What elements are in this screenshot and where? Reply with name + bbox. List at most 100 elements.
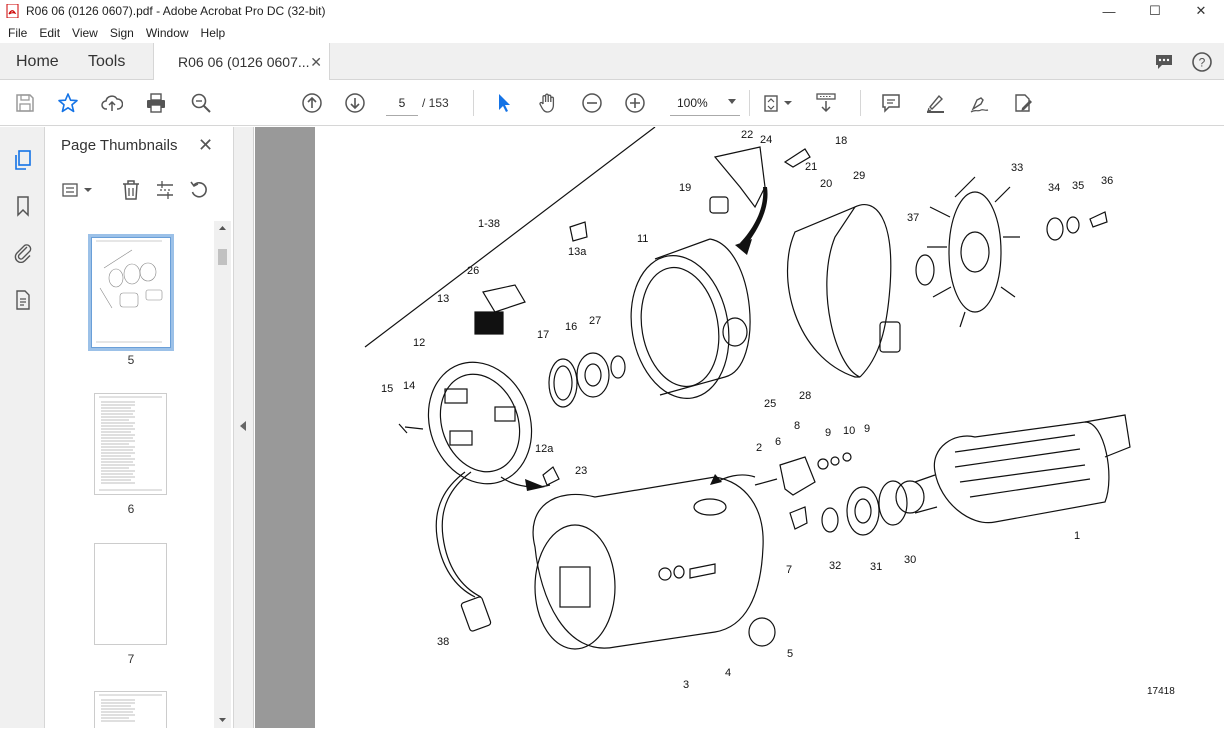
thumbnail-page-8[interactable]: [94, 691, 167, 728]
page-content-icon[interactable]: [10, 287, 36, 313]
zoom-select[interactable]: 100%: [670, 90, 740, 116]
menu-help[interactable]: Help: [195, 26, 232, 40]
maximize-button[interactable]: ☐: [1132, 0, 1178, 22]
callout: 10: [843, 425, 855, 437]
add-comment-icon[interactable]: [878, 90, 904, 116]
callout: 17: [537, 329, 549, 341]
main-toolbar: [0, 80, 1224, 126]
page-thumbnails-icon[interactable]: [10, 147, 36, 173]
panel-title: Page Thumbnails: [61, 137, 178, 154]
callout: 4: [725, 667, 731, 679]
select-cursor-icon[interactable]: [491, 90, 517, 116]
callout: 20: [820, 178, 832, 190]
menu-bar: File Edit View Sign Window Help: [0, 22, 1224, 43]
svg-text:?: ?: [1199, 56, 1206, 70]
callout: 37: [907, 212, 919, 224]
document-page: 1-38 22 24 18 19 21 20 29 33 34 35 36 13…: [315, 126, 1224, 728]
callout: 22: [741, 129, 753, 141]
scroll-up-icon[interactable]: [214, 222, 231, 234]
close-window-button[interactable]: ✕: [1178, 0, 1224, 22]
callout: 18: [835, 135, 847, 147]
thumbnail-page-7[interactable]: [94, 543, 167, 645]
fit-page-dropdown-icon[interactable]: [782, 90, 794, 116]
close-tab-icon[interactable]: ✕: [310, 54, 322, 71]
tab-bar: Home Tools R06 06 (0126 0607... ✕ ?: [0, 43, 1224, 81]
callout: 7: [786, 564, 792, 576]
menu-window[interactable]: Window: [140, 26, 195, 40]
callout: 6: [775, 436, 781, 448]
menu-sign[interactable]: Sign: [104, 26, 140, 40]
extract-page-icon[interactable]: [152, 177, 178, 203]
callout: 31: [870, 561, 882, 573]
callout: 34: [1048, 182, 1060, 194]
callout: 30: [904, 554, 916, 566]
chevron-down-icon: [728, 99, 736, 104]
thumbnail-options-dropdown-icon[interactable]: [82, 177, 94, 203]
callout: 29: [853, 170, 865, 182]
edit-pdf-icon[interactable]: [1010, 90, 1036, 116]
callout: 38: [437, 636, 449, 648]
callout: 5: [787, 648, 793, 660]
next-page-icon[interactable]: [342, 90, 368, 116]
highlight-pen-icon[interactable]: [922, 90, 948, 116]
callout: 14: [403, 380, 415, 392]
tab-document[interactable]: R06 06 (0126 0607... ✕: [153, 43, 330, 81]
thumbnail-scrollbar[interactable]: [214, 221, 231, 728]
upload-cloud-icon[interactable]: [99, 90, 125, 116]
callout: 9: [825, 427, 831, 439]
menu-view[interactable]: View: [66, 26, 104, 40]
callout: 33: [1011, 162, 1023, 174]
thumbnail-table-icon: [99, 694, 162, 722]
minimize-button[interactable]: —: [1086, 0, 1132, 22]
tab-tools[interactable]: Tools: [88, 43, 125, 80]
zoom-out-icon[interactable]: [579, 90, 605, 116]
rotate-page-icon[interactable]: [186, 177, 212, 203]
zoom-search-icon[interactable]: [188, 90, 214, 116]
save-icon[interactable]: [12, 90, 38, 116]
panel-collapse-splitter[interactable]: [234, 127, 254, 728]
callout: 11: [637, 233, 648, 245]
callout: 12: [413, 337, 425, 349]
thumbnail-page-5[interactable]: [88, 234, 174, 351]
print-icon[interactable]: [143, 90, 169, 116]
callout: 1: [1074, 530, 1080, 542]
help-icon[interactable]: ?: [1190, 50, 1214, 74]
collapse-arrow-icon: [240, 421, 246, 431]
close-panel-icon[interactable]: ✕: [198, 135, 213, 156]
tab-home[interactable]: Home: [16, 43, 59, 80]
thumbnail-page-6[interactable]: [94, 393, 167, 495]
window-title: R06 06 (0126 0607).pdf - Adobe Acrobat P…: [26, 4, 326, 18]
callout: 24: [760, 134, 772, 146]
callout: 35: [1072, 180, 1084, 192]
hand-tool-icon[interactable]: [535, 90, 561, 116]
zoom-in-icon[interactable]: [622, 90, 648, 116]
callout: 12a: [535, 443, 554, 455]
title-bar: R06 06 (0126 0607).pdf - Adobe Acrobat P…: [0, 0, 1224, 22]
callout-labels: 1-38 22 24 18 19 21 20 29 33 34 35 36 13…: [381, 129, 1113, 691]
menu-file[interactable]: File: [0, 26, 33, 40]
scroll-down-icon[interactable]: [214, 714, 231, 726]
thumbnail-table-icon: [99, 396, 162, 491]
sign-pen-icon[interactable]: [966, 90, 992, 116]
thumbnail-drawing-icon: [96, 240, 163, 343]
attachments-icon[interactable]: [10, 239, 36, 265]
previous-page-icon[interactable]: [299, 90, 325, 116]
bookmarks-icon[interactable]: [10, 193, 36, 219]
callout: 32: [829, 560, 841, 572]
comment-bubble-icon[interactable]: [1152, 50, 1176, 74]
thumbnail-label: 5: [127, 353, 135, 367]
callout: 25: [764, 398, 776, 410]
page-thumbnails-panel: Page Thumbnails ✕ 5 6 7: [46, 127, 234, 728]
callout: 15: [381, 383, 393, 395]
exploded-parts-diagram: 1-38 22 24 18 19 21 20 29 33 34 35 36 13…: [364, 126, 1131, 691]
menu-edit[interactable]: Edit: [33, 26, 66, 40]
delete-page-icon[interactable]: [118, 177, 144, 203]
callout: 13: [437, 293, 449, 305]
thumbnail-label: 7: [127, 652, 135, 666]
acrobat-app-icon: [6, 4, 19, 18]
page-number-input[interactable]: 5: [386, 90, 418, 116]
scroll-mode-icon[interactable]: [813, 90, 839, 116]
star-bookmark-icon[interactable]: [55, 90, 81, 116]
scrollbar-thumb[interactable]: [218, 249, 227, 265]
callout: 28: [799, 390, 811, 402]
